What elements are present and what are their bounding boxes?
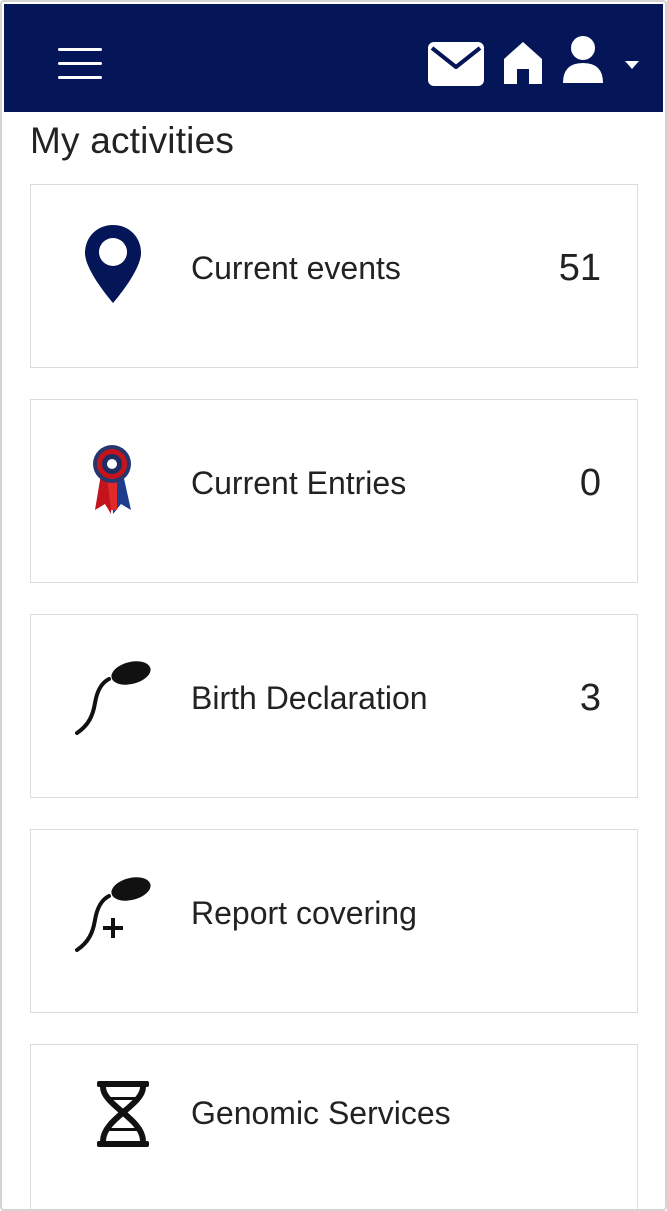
activity-count: 0 (579, 462, 601, 504)
sperm-plus-icon (75, 877, 151, 952)
app-frame: My activities Current events 51 Current … (0, 0, 667, 1211)
home-icon[interactable] (502, 40, 544, 84)
activity-card-current-entries[interactable]: Current Entries 0 (30, 399, 638, 583)
activity-card-genomic-services[interactable]: Genomic Services (30, 1044, 638, 1209)
activity-count: 51 (558, 247, 601, 289)
activity-label: Birth Declaration (191, 680, 428, 716)
caret-down-icon[interactable] (624, 60, 640, 70)
top-navbar (4, 4, 663, 112)
activity-card-current-events[interactable]: Current events 51 (30, 184, 638, 368)
sperm-icon (75, 661, 151, 735)
hamburger-menu-icon[interactable] (58, 46, 102, 82)
activity-count: 3 (579, 677, 601, 719)
envelope-icon[interactable] (428, 42, 484, 86)
user-icon[interactable] (561, 34, 605, 84)
activity-card-report-covering[interactable]: Report covering (30, 829, 638, 1013)
activity-card-birth-declaration[interactable]: Birth Declaration 3 (30, 614, 638, 798)
activity-label: Current events (191, 250, 401, 286)
page-title: My activities (30, 120, 235, 161)
rosette-ribbon-icon (93, 445, 131, 514)
activity-label: Genomic Services (191, 1095, 451, 1131)
map-pin-icon (85, 225, 141, 303)
activity-label: Current Entries (191, 465, 407, 501)
activity-label: Report covering (191, 895, 417, 931)
dna-icon (97, 1081, 149, 1147)
